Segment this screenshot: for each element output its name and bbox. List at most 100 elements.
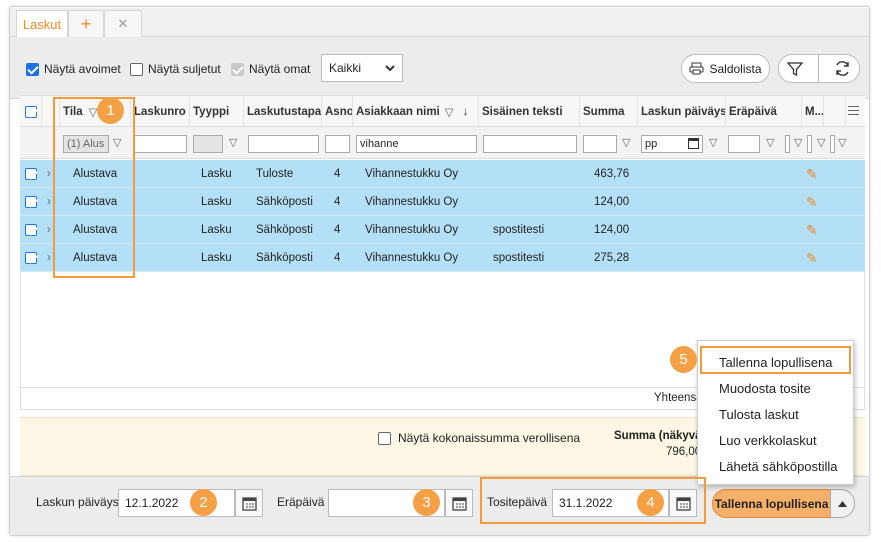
- cell-internal: spostitesti: [493, 224, 545, 236]
- cell-type: Lasku: [201, 252, 232, 264]
- cell-customer: Vihannestukku Oy: [365, 224, 459, 236]
- col-laskutustapa[interactable]: Laskutustapa: [244, 96, 322, 127]
- callout-3: 3: [413, 489, 440, 516]
- cell-type: Lasku: [201, 224, 232, 236]
- due-date-calendar-button[interactable]: [445, 489, 473, 517]
- col-sisainen-teksti[interactable]: Sisäinen teksti: [479, 96, 580, 127]
- select-all-cell[interactable]: [20, 96, 42, 127]
- extra-filter[interactable]: [807, 135, 812, 153]
- col-extra: [824, 96, 846, 127]
- table-row[interactable]: › Alustava Lasku Sähköposti 4 Vihannestu…: [20, 216, 865, 244]
- table-row[interactable]: › Alustava Lasku Sähköposti 4 Vihannestu…: [20, 244, 865, 272]
- filter-icon[interactable]: ▽: [817, 136, 825, 149]
- vat-toggle-option[interactable]: Näytä kokonaissumma verollisena: [378, 431, 580, 445]
- pencil-icon[interactable]: ✎: [806, 244, 818, 272]
- callout-4: 4: [637, 489, 664, 516]
- cell-customer: Vihannestukku Oy: [365, 168, 459, 180]
- saldolista-label: Saldolista: [709, 61, 762, 76]
- finalize-button[interactable]: Tallenna lopullisena: [712, 489, 831, 518]
- cell-type: Lasku: [201, 196, 232, 208]
- expand-chevron-icon[interactable]: ›: [47, 188, 51, 216]
- expand-chevron-icon[interactable]: ›: [47, 160, 51, 188]
- highlight-finalize-item: [700, 346, 851, 374]
- table-row[interactable]: › Alustava Lasku Tuloste 4 Vihannestukku…: [20, 160, 865, 188]
- pencil-icon[interactable]: ✎: [806, 188, 818, 216]
- show-closed-option[interactable]: Näytä suljetut: [130, 62, 221, 76]
- saldolista-button[interactable]: Saldolista: [681, 54, 770, 83]
- col-laskunro[interactable]: Laskunro: [131, 96, 190, 127]
- filter-icon[interactable]: ▽: [794, 136, 802, 149]
- expand-chevron-icon[interactable]: ›: [47, 244, 51, 272]
- row-checkbox[interactable]: [25, 168, 37, 180]
- calendar-icon: [241, 496, 257, 511]
- menu-item-create-einvoices[interactable]: Luo verkkolaskut: [719, 433, 817, 448]
- close-tab-button[interactable]: ✕: [104, 10, 142, 37]
- highlight-voucher-date: [480, 477, 706, 524]
- invoice-date-input[interactable]: 12.1.2022: [118, 489, 235, 517]
- invoice-date-filter[interactable]: pp: [641, 135, 703, 153]
- asno-filter[interactable]: [325, 135, 350, 153]
- row-checkbox[interactable]: [25, 252, 37, 264]
- laskunro-filter[interactable]: [133, 135, 187, 153]
- col-summa[interactable]: Summa: [580, 96, 638, 127]
- show-closed-label: Näytä suljetut: [148, 62, 221, 76]
- invoice-date-label: Laskun päiväys: [36, 495, 119, 509]
- filter-select[interactable]: Kaikki: [321, 54, 403, 82]
- col-laskun-paivays[interactable]: Laskun päiväys: [638, 96, 726, 127]
- column-menu-icon[interactable]: [848, 106, 859, 115]
- sort-down-icon: ↓: [462, 105, 469, 118]
- filter-icon[interactable]: ▽: [622, 136, 630, 149]
- extra-filter-2[interactable]: [830, 135, 835, 153]
- menu-item-print-invoices[interactable]: Tulosta laskut: [719, 407, 799, 422]
- show-open-checkbox[interactable]: [26, 62, 39, 76]
- menu-item-create-voucher[interactable]: Muodosta tosite: [719, 381, 811, 396]
- cell-sum: 463,76: [594, 168, 630, 180]
- show-open-option[interactable]: Näytä avoimet: [26, 62, 121, 76]
- add-tab-button[interactable]: +: [68, 10, 104, 37]
- tab-laskut[interactable]: Laskut: [16, 10, 68, 38]
- col-asno[interactable]: Asno: [322, 96, 353, 127]
- pencil-icon[interactable]: ✎: [806, 216, 818, 244]
- refresh-icon[interactable]: [834, 60, 851, 77]
- col-m[interactable]: M...: [802, 96, 824, 127]
- invoice-date-calendar-button[interactable]: [235, 489, 263, 517]
- show-open-label: Näytä avoimet: [44, 62, 121, 76]
- cell-method: Sähköposti: [256, 224, 313, 236]
- menu-item-send-email[interactable]: Lähetä sähköpostilla: [719, 459, 838, 474]
- summa-filter[interactable]: [583, 135, 617, 153]
- due-date-filter[interactable]: [728, 135, 760, 153]
- filter-select-value: Kaikki: [329, 61, 362, 75]
- filter-icon: ▽: [444, 106, 454, 119]
- col-erapaiva[interactable]: Eräpäivä: [726, 96, 802, 127]
- customer-filter[interactable]: vihanne: [356, 135, 477, 153]
- col-asiakkaan-nimi[interactable]: Asiakkaan nimi ▽ ↓: [353, 96, 479, 127]
- filter-icon[interactable]: ▽: [838, 136, 846, 149]
- col-tyyppi[interactable]: Tyyppi: [190, 96, 244, 127]
- internal-text-filter[interactable]: [483, 135, 577, 153]
- cell-customer: Vihannestukku Oy: [365, 252, 459, 264]
- cell-method: Sähköposti: [256, 196, 313, 208]
- calendar-icon: [688, 138, 699, 149]
- row-checkbox[interactable]: [25, 196, 37, 208]
- visible-sum-value: 796,00: [666, 446, 702, 458]
- cell-asno: 4: [334, 252, 341, 264]
- pencil-icon[interactable]: ✎: [806, 160, 818, 188]
- highlight-tila-column: [53, 97, 135, 278]
- row-checkbox[interactable]: [25, 224, 37, 236]
- m-filter[interactable]: [785, 135, 790, 153]
- expand-chevron-icon[interactable]: ›: [47, 216, 51, 244]
- show-closed-checkbox[interactable]: [130, 62, 143, 76]
- table-row[interactable]: › Alustava Lasku Sähköposti 4 Vihannestu…: [20, 188, 865, 216]
- visible-sum-label: Summa (näkyvät): [614, 430, 710, 442]
- due-date-label: Eräpäivä: [277, 495, 325, 509]
- laskutustapa-filter[interactable]: [248, 135, 319, 153]
- filter-refresh-group: [778, 54, 860, 83]
- tyyppi-filter[interactable]: [193, 135, 223, 153]
- filter-icon[interactable]: ▽: [766, 136, 774, 149]
- select-all-checkbox[interactable]: [24, 105, 37, 118]
- filter-icon[interactable]: ▽: [709, 136, 717, 149]
- filter-icon[interactable]: ▽: [229, 136, 237, 149]
- vat-toggle-checkbox[interactable]: [378, 431, 391, 445]
- funnel-icon[interactable]: [786, 61, 803, 77]
- caret-up-icon: [838, 500, 847, 507]
